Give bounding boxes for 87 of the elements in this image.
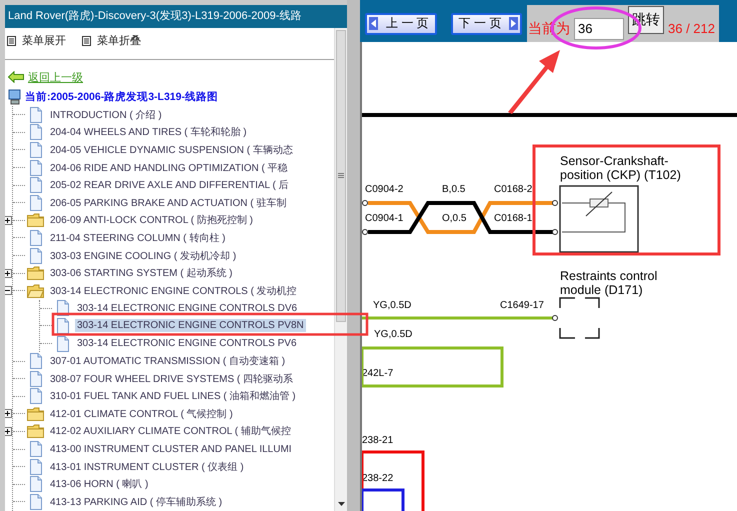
open-folder-icon (27, 284, 44, 298)
right-arrow-icon (509, 17, 518, 30)
connector-pin (552, 229, 558, 235)
tree-item[interactable]: 307-01 AUTOMATIC TRANSMISSION ( 自动变速箱 ) (48, 353, 288, 370)
component-label: Restraints control module (D171) (560, 269, 658, 297)
current-path: 当前:2005-2006-路虎发现3-L319-线路图 (25, 90, 218, 104)
wire-label: C0168-1 (494, 213, 532, 224)
folder-icon (27, 406, 44, 421)
page-count: 36 / 212 (668, 21, 715, 36)
scrollbar[interactable] (334, 28, 347, 511)
document-icon (28, 124, 42, 140)
wire-label: O,0.5 (442, 213, 466, 224)
wire-label: 238-22 (362, 473, 394, 484)
left-arrow-icon (369, 17, 378, 30)
tree-item[interactable]: 303-14 ELECTRONIC ENGINE CONTROLS DV6 (75, 302, 300, 315)
document-icon (28, 441, 42, 458)
tree-item[interactable]: 308-07 FOUR WHEEL DRIVE SYSTEMS ( 四轮驱动系 (48, 370, 296, 387)
collapse-icon[interactable] (5, 286, 12, 296)
expand-icon[interactable] (5, 268, 12, 278)
connector-pin (552, 315, 558, 321)
connector-pin (552, 200, 558, 206)
tree-item[interactable]: 413-01 INSTRUMENT CLUSTER ( 仪表组 ) (48, 458, 246, 475)
tree-item[interactable]: 206-05 PARKING BRAKE AND ACTUATION ( 驻车制 (48, 194, 288, 211)
document-icon (28, 177, 42, 194)
document-icon (28, 248, 42, 264)
tree-item[interactable]: 205-02 REAR DRIVE AXLE AND DIFFERENTIAL ( 后 (48, 177, 291, 194)
document-icon (28, 230, 42, 246)
wire-label: 238-21 (362, 435, 394, 446)
folder-icon (27, 213, 44, 228)
tree-item[interactable]: 413-00 INSTRUMENT CLUSTER AND PANEL ILLUMI (48, 442, 294, 456)
expand-icon[interactable] (5, 426, 12, 436)
wire-label: C1649-17 (500, 300, 544, 311)
window-title: Land Rover(路虎)-Discovery-3(发现3)-L319-2006-2009-线路 (5, 5, 347, 28)
document-icon (28, 494, 42, 510)
tree-item[interactable]: 412-02 AUXILIARY CLIMATE CONTROL ( 辅助气候控 (48, 423, 293, 440)
document-icon (28, 194, 42, 211)
document-icon (56, 336, 70, 352)
tree-item[interactable]: 303-14 ELECTRONIC ENGINE CONTROLS PV6 (75, 337, 299, 350)
menu-list-icon (82, 36, 91, 46)
document-icon (28, 142, 42, 158)
wire-label: YG,0.5D (374, 329, 412, 340)
tree-item[interactable]: 413-13 PARKING AID ( 停车辅助系统 ) (48, 494, 224, 510)
tree-item[interactable]: 211-04 STEERING COLUMN ( 转向柱 ) (48, 230, 228, 246)
next-page-button[interactable]: 下 一 页 (450, 12, 522, 34)
tree-item[interactable]: 204-05 VEHICLE DYNAMIC SUSPENSION ( 车辆动态 (48, 142, 295, 158)
expand-icon[interactable] (5, 216, 12, 225)
down-arrow-icon (338, 502, 345, 506)
scrollbar-thumb[interactable] (336, 30, 346, 322)
document-icon (28, 160, 42, 176)
tree-item[interactable]: 303-14 ELECTRONIC ENGINE CONTROLS ( 发动机控 (48, 282, 299, 299)
left-arrow-icon (8, 71, 24, 83)
tree-item[interactable]: 303-03 ENGINE COOLING ( 发动机冷却 ) (48, 248, 238, 264)
document-icon (56, 318, 70, 334)
tree-item[interactable]: 310-01 FUEL TANK AND FUEL LINES ( 油箱和燃油管 ) (48, 388, 298, 404)
previous-page-button[interactable]: 上 一 页 (365, 12, 437, 34)
tree-item[interactable]: 204-04 WHEELS AND TIRES ( 车轮和轮胎 ) (48, 124, 249, 140)
component-label: Sensor-Crankshaft- position (CKP) (T102) (560, 154, 681, 182)
tree-item[interactable]: 413-06 HORN ( 喇叭 ) (48, 476, 150, 492)
tree-item[interactable]: 303-06 STARTING SYSTEM ( 起动系统 ) (48, 265, 234, 282)
wire-label: C0168-2 (494, 184, 532, 195)
document-icon (28, 476, 42, 492)
wire-label: YG,0.5D (373, 300, 412, 311)
menu-link[interactable]: 菜单展开 (22, 33, 66, 48)
tree-item[interactable]: 206-09 ANTI-LOCK CONTROL ( 防抱死控制 ) (48, 212, 255, 228)
document-icon (28, 353, 42, 370)
tree-item[interactable]: INTRODUCTION ( 介绍 ) (48, 106, 164, 123)
pointer-arrow (508, 50, 560, 114)
grip-icon (338, 173, 344, 179)
tree-item[interactable]: 303-14 ELECTRONIC ENGINE CONTROLS PV8N (75, 319, 306, 332)
tree-item[interactable]: 204-06 RIDE AND HANDLING OPTIMIZATION ( 平稳 (48, 160, 290, 176)
back-link[interactable]: 返回上一级 (28, 70, 83, 84)
expand-icon[interactable] (5, 409, 12, 418)
folder-icon (27, 266, 44, 280)
document-icon (28, 370, 42, 387)
wire-label: C0904-1 (365, 213, 404, 224)
menu-link[interactable]: 菜单折叠 (97, 33, 141, 48)
document-icon (28, 388, 42, 404)
tree-item[interactable]: 412-01 CLIMATE CONTROL ( 气候控制 ) (48, 406, 235, 422)
page-input[interactable]: 36 (574, 18, 624, 40)
wire-label: C0904-2 (365, 184, 404, 195)
module-outline (559, 297, 600, 339)
document-icon (28, 106, 42, 123)
computer-icon (8, 89, 22, 105)
document-icon (28, 458, 42, 475)
wire-label: 242L-7 (362, 368, 394, 379)
folder-icon (27, 424, 44, 438)
wire-label: B,0.5 (442, 184, 466, 195)
